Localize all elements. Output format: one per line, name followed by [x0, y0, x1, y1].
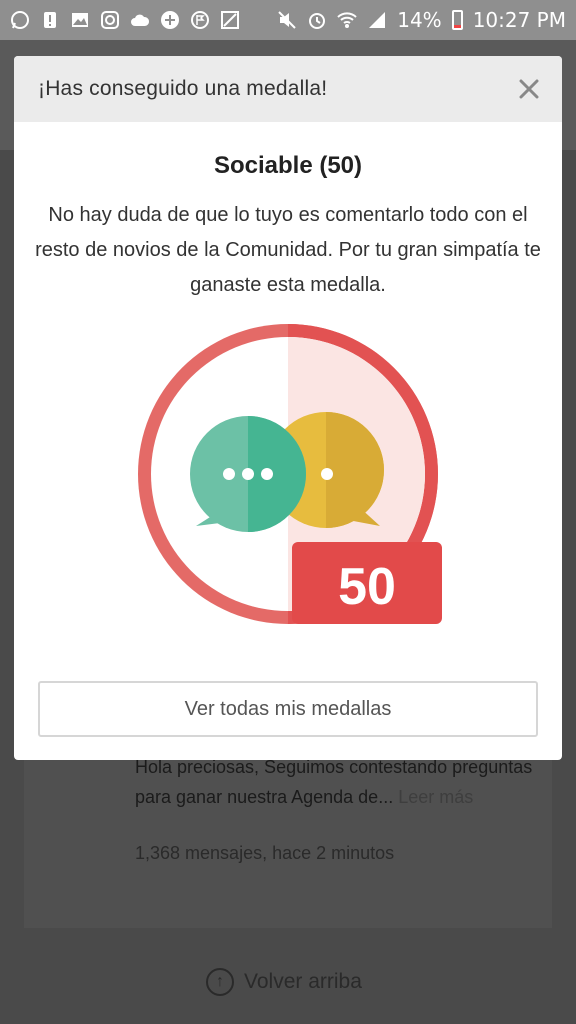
instagram-icon: [101, 11, 119, 29]
battery-percent: 14%: [397, 8, 442, 32]
back-to-top-link: ↑ Volver arriba: [206, 968, 362, 996]
chat-bubble-green-icon: [190, 416, 306, 532]
mute-icon: [278, 11, 296, 29]
flag-icon: [191, 11, 209, 29]
gallery-icon: [72, 13, 88, 27]
badge-number-box: 50: [292, 542, 442, 624]
alarm-icon: [309, 13, 326, 29]
dialog-title: ¡Has conseguido una medalla!: [38, 77, 328, 100]
dialog-header: ¡Has conseguido una medalla!: [14, 56, 562, 122]
status-bar: 14% 10:27 PM: [0, 0, 576, 40]
alert-icon: [44, 12, 56, 28]
medal-badge-graphic: 50: [138, 324, 442, 624]
battery-icon: [451, 10, 463, 30]
system-icons: 14% 10:27 PM: [277, 8, 566, 32]
close-button[interactable]: [514, 74, 544, 104]
back-to-top-label: Volver arriba: [244, 970, 362, 993]
clock: 10:27 PM: [472, 8, 566, 32]
close-icon: [519, 79, 539, 99]
background-post-text: Hola preciosas, Seguimos contestando pre…: [135, 752, 535, 812]
map-icon: [221, 11, 239, 29]
medal-badge: 50: [126, 314, 450, 640]
whatsapp-icon: [11, 11, 29, 29]
wifi-icon: [337, 12, 357, 28]
cloud-icon: [131, 14, 150, 26]
post-meta: 1,368 mensajes, hace 2 minutos: [135, 843, 395, 863]
notification-icons: [10, 10, 240, 30]
medal-name: Sociable (50): [213, 152, 363, 179]
medal-dialog: ¡Has conseguido una medalla! Sociable (5…: [14, 56, 562, 760]
add-icon: [161, 11, 179, 29]
read-more-link: Leer más: [398, 787, 474, 807]
signal-icon: [369, 12, 386, 28]
medal-description: No hay duda de que lo tuyo es comentarlo…: [35, 204, 541, 296]
view-all-medals-button[interactable]: Ver todas mis medallas: [38, 681, 538, 737]
arrow-up-icon: ↑: [206, 968, 234, 996]
badge-number: 50: [338, 558, 396, 616]
